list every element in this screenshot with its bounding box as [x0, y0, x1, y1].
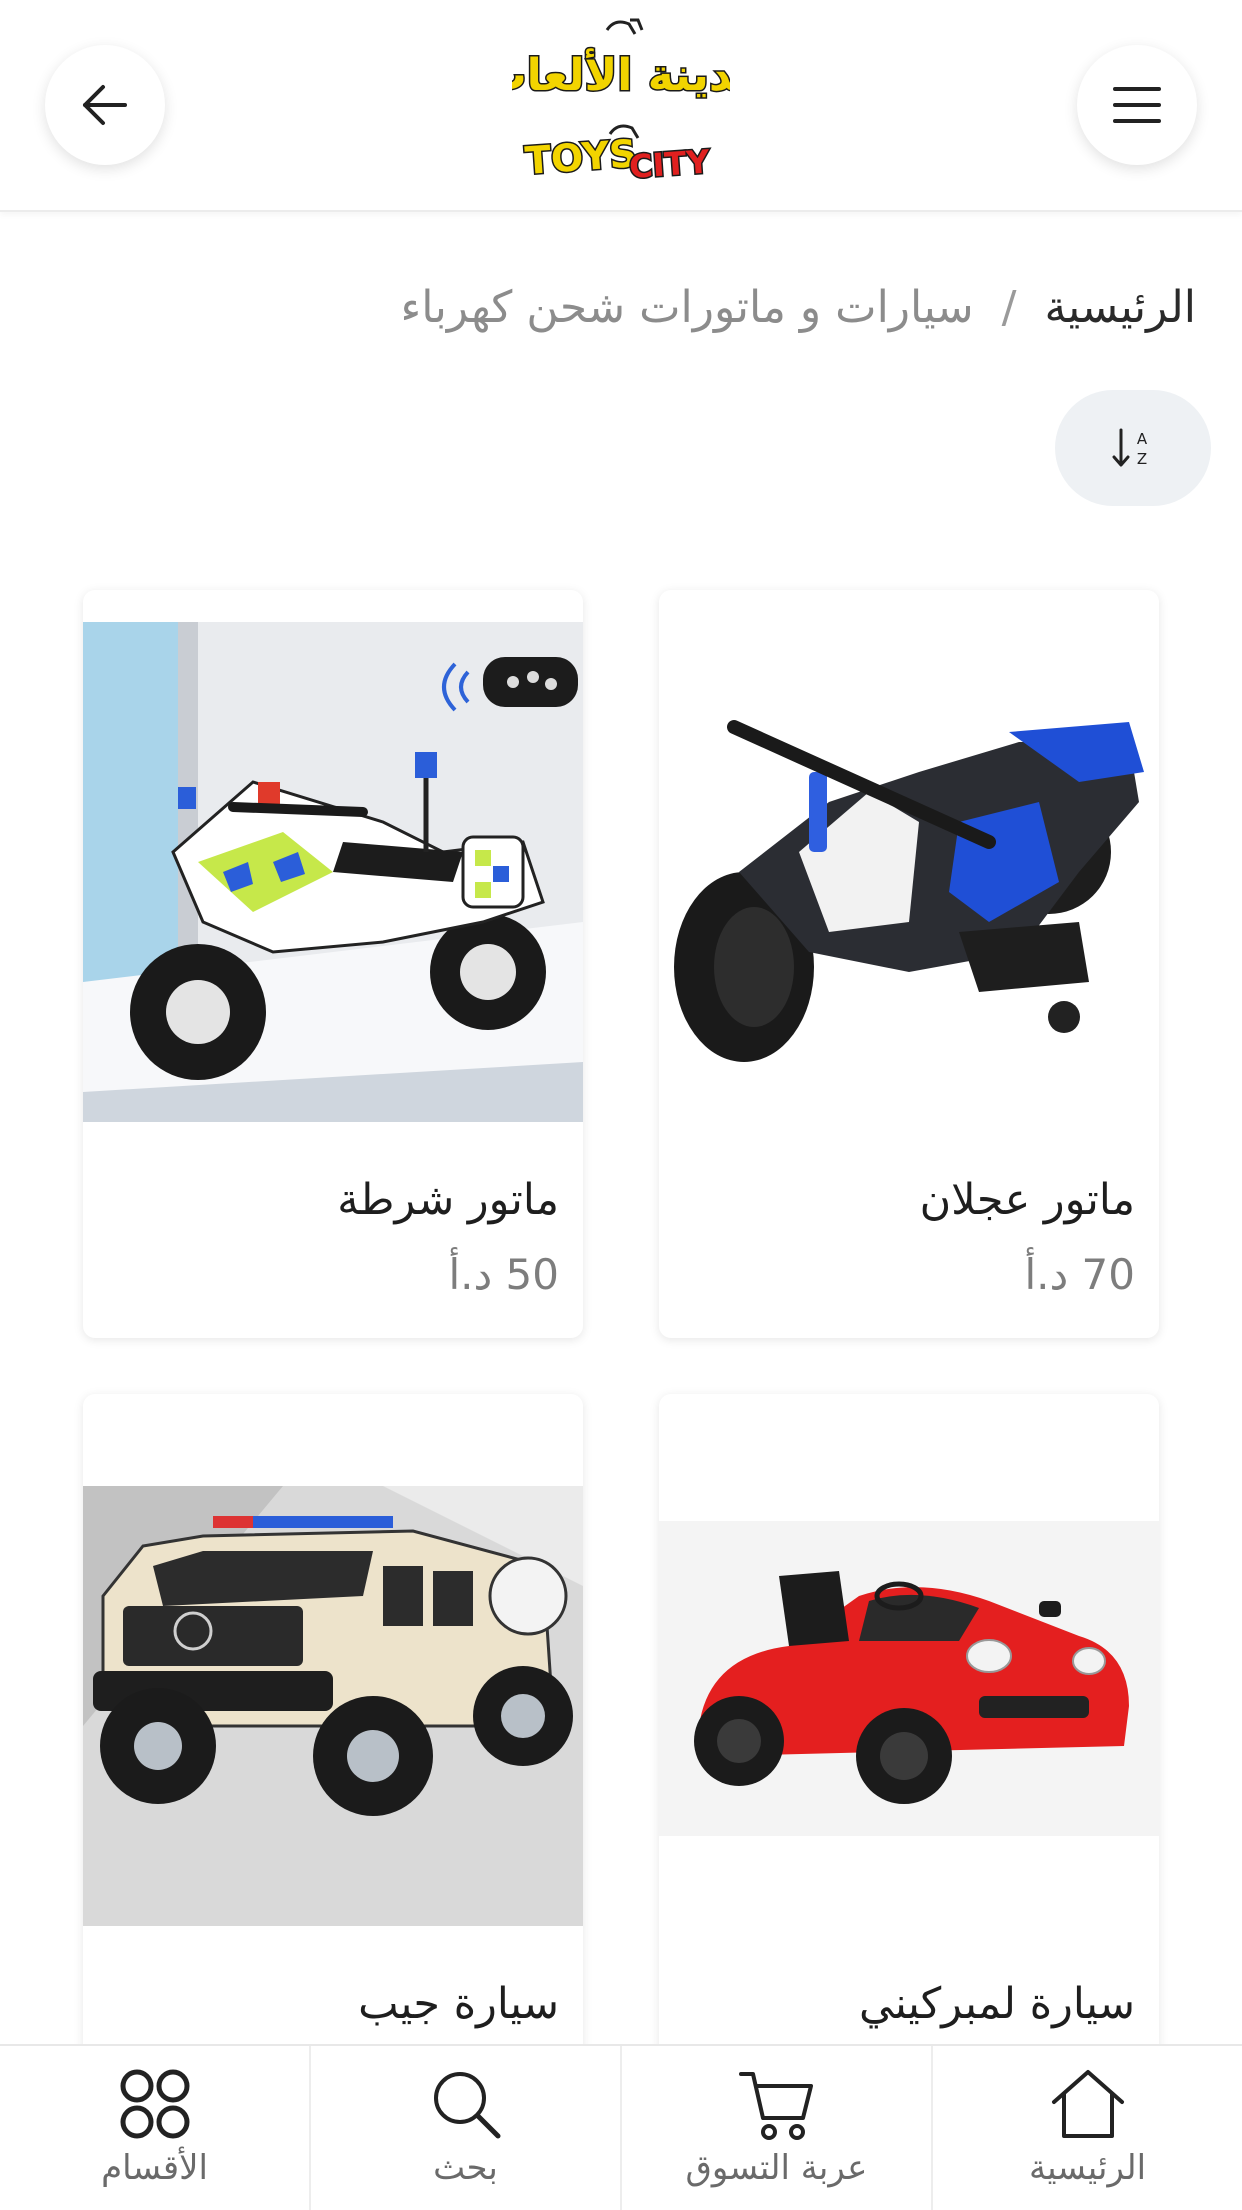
product-card[interactable]: ماتور شرطة 50 د.أ [83, 590, 583, 1338]
svg-text:A: A [1137, 430, 1148, 448]
product-price: 70 د.أ [1024, 1250, 1135, 1299]
breadcrumb-separator: / [1001, 282, 1017, 333]
nav-home-label: الرئيسية [1028, 2148, 1147, 2188]
breadcrumb: الرئيسية / سيارات و ماتورات شحن كهرباء [401, 278, 1197, 338]
categories-grid-icon [120, 2069, 189, 2139]
nav-cart-label: عربة التسوق [685, 2148, 868, 2188]
nav-cart[interactable]: عربة التسوق [620, 2046, 931, 2210]
nav-home[interactable]: الرئيسية [931, 2046, 1242, 2210]
svg-text:TOYS: TOYS [524, 131, 639, 183]
svg-text:Z: Z [1137, 450, 1147, 468]
hamburger-menu-icon [1113, 87, 1161, 123]
nav-search[interactable]: بحث [309, 2046, 620, 2210]
product-price: 50 د.أ [448, 1250, 559, 1299]
shopping-cart-icon [738, 2072, 813, 2140]
red-sports-car-image [659, 1426, 1159, 1926]
svg-text:CITY: CITY [628, 142, 712, 186]
arrow-left-icon [83, 85, 127, 125]
nav-categories[interactable]: الأقسام [0, 2046, 309, 2210]
sort-button[interactable]: A Z [1055, 390, 1211, 506]
svg-text:مدينة الألعاب: مدينة الألعاب [512, 48, 730, 101]
police-motorbike-image [83, 622, 583, 1122]
toys-city-logo[interactable]: مدينة الألعاب TOYS CITY [481, 12, 763, 192]
product-name[interactable]: ماتور عجلان [920, 1175, 1135, 1225]
product-name[interactable]: سيارة جيب [358, 1979, 559, 2029]
menu-button[interactable] [1077, 45, 1197, 165]
product-name[interactable]: ماتور شرطة [337, 1175, 559, 1225]
product-card[interactable]: ماتور عجلان 70 د.أ [659, 590, 1159, 1338]
breadcrumb-home-link[interactable]: الرئيسية [1044, 282, 1196, 333]
sport-motorbike-blue-image [659, 622, 1159, 1122]
nav-search-label: بحث [433, 2148, 498, 2188]
bottom-navigation: الأقسام بحث عربة التسوق الرئيسية [0, 2044, 1242, 2210]
product-name[interactable]: سيارة لمبركيني [859, 1979, 1135, 2029]
un-jeep-image [83, 1426, 583, 1926]
sort-az-icon: A Z [1112, 428, 1148, 468]
product-card[interactable]: سيارة جيب [83, 1394, 583, 2114]
product-card[interactable]: سيارة لمبركيني [659, 1394, 1159, 2114]
back-button[interactable] [45, 45, 165, 165]
home-icon [1051, 2070, 1124, 2138]
breadcrumb-current: سيارات و ماتورات شحن كهرباء [400, 282, 974, 333]
nav-categories-label: الأقسام [101, 2148, 208, 2188]
search-icon [433, 2072, 500, 2139]
app-header: مدينة الألعاب TOYS CITY [0, 0, 1242, 212]
